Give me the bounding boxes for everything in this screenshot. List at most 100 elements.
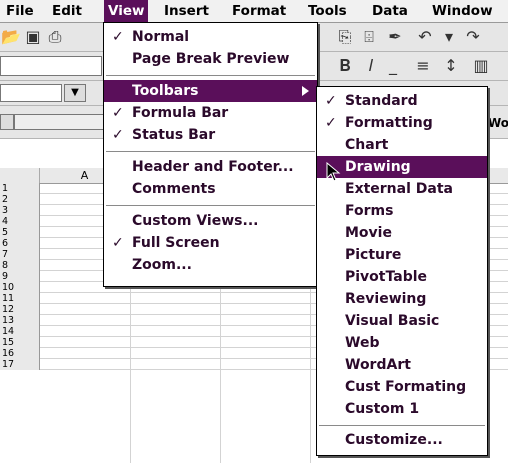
menu-item-customize[interactable]: Customize... [317,429,487,451]
menu-item-reviewing[interactable]: Reviewing [317,288,487,310]
menu-item-pivottable[interactable]: PivotTable [317,266,487,288]
menu-insert[interactable]: Insert [160,0,213,22]
menu-format[interactable]: Format [228,0,290,22]
toolbars-submenu: ✓ Standard ✓ Formatting Chart Drawing Ex… [316,86,488,456]
chart-icon[interactable]: ▥ [470,56,492,76]
menu-item-label: PivotTable [345,269,428,285]
menu-item-label: Forms [345,203,394,219]
row-number[interactable]: 12 [0,304,40,315]
underline-icon[interactable]: ̲ [386,56,408,76]
mouse-cursor-icon [326,162,341,182]
menu-view[interactable]: View [104,0,149,22]
menu-item-label: Header and Footer... [132,159,294,175]
row-number[interactable]: 17 [0,359,40,370]
menu-item-label: Toolbars [132,83,199,99]
menu-item-label: Custom 1 [345,401,420,417]
menu-item-external-data[interactable]: External Data [317,178,487,200]
menu-item-label: Picture [345,247,402,263]
checkmark-icon: ✓ [112,127,124,143]
menu-item-page-break-preview[interactable]: Page Break Preview [104,48,317,70]
row-number[interactable]: 10 [0,282,40,293]
paste-icon[interactable]: ⌹ [358,27,380,47]
menu-item-comments[interactable]: Comments [104,178,317,200]
checkmark-icon: ✓ [325,93,337,109]
row-number[interactable]: 3 [0,205,40,216]
menu-item-forms[interactable]: Forms [317,200,487,222]
italic-icon[interactable]: 𝐼 [360,56,382,76]
row-number[interactable]: 16 [0,348,40,359]
menu-item-label: Visual Basic [345,313,440,329]
menu-tools[interactable]: Tools [304,0,351,22]
row-number[interactable]: 9 [0,271,40,282]
row-number[interactable]: 4 [0,216,40,227]
menu-item-normal[interactable]: ✓ Normal [104,26,317,48]
corner-cell[interactable] [0,168,40,183]
menu-item-label: Standard [345,93,418,109]
menu-item-formatting[interactable]: ✓ Formatting [317,112,487,134]
row-number[interactable]: 14 [0,326,40,337]
menu-item-label: Normal [132,29,190,45]
font-field[interactable] [0,56,102,76]
row-number[interactable]: 13 [0,315,40,326]
format-painter-icon[interactable]: ✒ [384,27,406,47]
menu-item-label: Zoom... [132,257,192,273]
menu-item-wordart[interactable]: WordArt [317,354,487,376]
menu-separator [106,205,315,206]
row-number[interactable]: 15 [0,337,40,348]
bold-icon[interactable]: 𝐁 [334,56,356,76]
menu-item-picture[interactable]: Picture [317,244,487,266]
workbook-title-text: Wo [488,116,508,130]
menu-item-zoom[interactable]: Zoom... [104,254,317,276]
menu-item-label: Full Screen [132,235,220,251]
menu-item-cust-formating[interactable]: Cust Formating [317,376,487,398]
menu-separator [319,425,485,426]
menu-item-label: Drawing [345,159,411,175]
menu-item-standard[interactable]: ✓ Standard [317,90,487,112]
menu-item-full-screen[interactable]: ✓ Full Screen [104,232,317,254]
menu-item-label: Reviewing [345,291,427,307]
menu-item-label: WordArt [345,357,411,373]
menu-edit[interactable]: Edit [48,0,86,22]
menu-item-movie[interactable]: Movie [317,222,487,244]
row-number[interactable]: 2 [0,194,40,205]
menu-item-header-footer[interactable]: Header and Footer... [104,156,317,178]
row-number[interactable]: 6 [0,238,40,249]
row-number[interactable]: 7 [0,249,40,260]
name-box[interactable] [0,84,62,102]
menu-item-label: External Data [345,181,453,197]
menu-window[interactable]: Window [428,0,497,22]
sort-icon[interactable]: ↕ [440,56,462,76]
row-number[interactable]: 1 [0,183,40,194]
redo-icon[interactable]: ↷ [462,27,484,47]
menu-item-toolbars[interactable]: Toolbars [104,80,317,102]
row-number[interactable]: 11 [0,293,40,304]
menu-item-status-bar[interactable]: ✓ Status Bar [104,124,317,146]
undo-dropdown-icon[interactable]: ▾ [438,27,460,47]
name-box-dropdown[interactable]: ▼ [64,84,86,102]
workbook-title-bar [14,114,106,130]
print-icon[interactable]: ⎙ [44,27,66,47]
menu-item-drawing[interactable]: Drawing [317,156,487,178]
undo-icon[interactable]: ↶ [414,27,436,47]
save-icon[interactable]: ▣ [22,27,44,47]
submenu-arrow-icon [302,86,309,96]
menu-item-custom-1[interactable]: Custom 1 [317,398,487,420]
checkmark-icon: ✓ [112,105,124,121]
open-icon[interactable]: 📂 [0,27,22,47]
menu-item-label: Page Break Preview [132,51,290,67]
copy-icon[interactable]: ⎘ [334,27,356,47]
menu-item-custom-views[interactable]: Custom Views... [104,210,317,232]
menu-item-web[interactable]: Web [317,332,487,354]
window-control[interactable] [0,114,14,130]
row-number[interactable]: 8 [0,260,40,271]
menu-file[interactable]: File [2,0,38,22]
menu-item-label: Customize... [345,432,443,448]
menu-item-visual-basic[interactable]: Visual Basic [317,310,487,332]
menu-item-chart[interactable]: Chart [317,134,487,156]
menu-item-formula-bar[interactable]: ✓ Formula Bar [104,102,317,124]
menu-item-label: Formatting [345,115,433,131]
align-icon[interactable]: ≡ [412,56,434,76]
menu-item-label: Movie [345,225,392,241]
menu-data[interactable]: Data [368,0,412,22]
row-number[interactable]: 5 [0,227,40,238]
